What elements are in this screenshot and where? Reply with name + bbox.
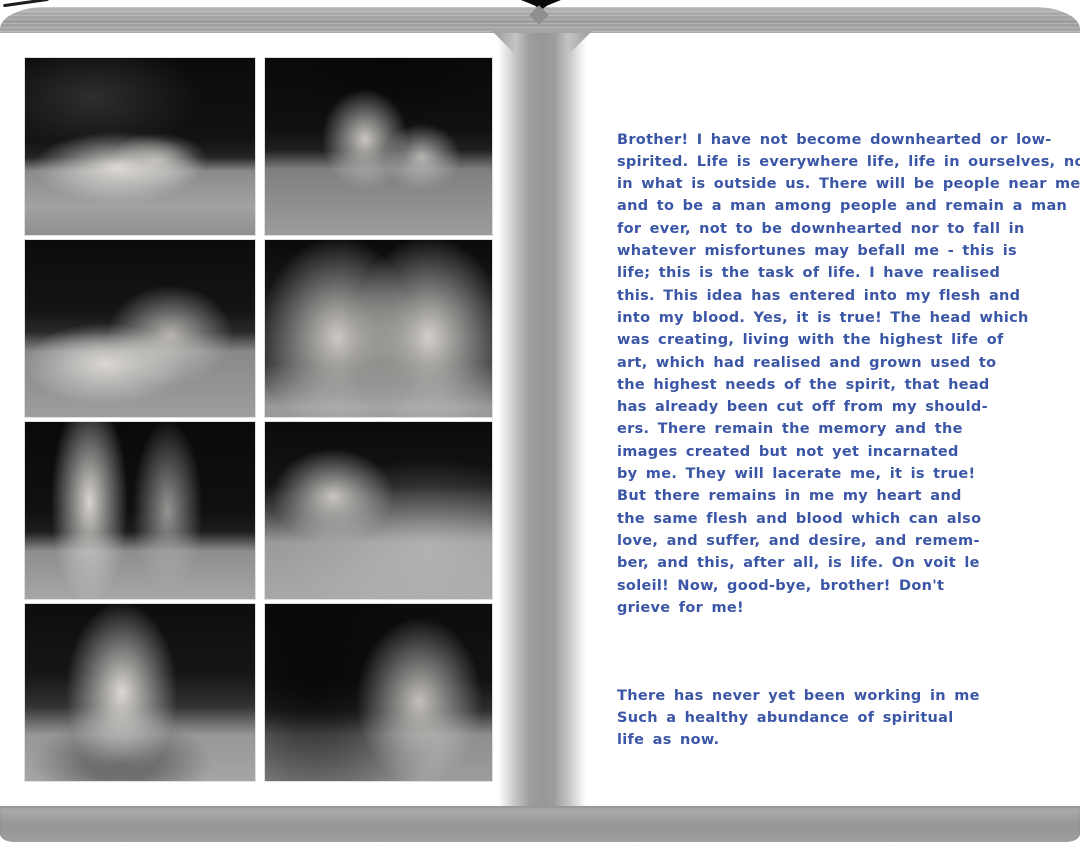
photo-feet-crossed bbox=[25, 58, 255, 235]
photo-feet-standing bbox=[265, 58, 492, 235]
letter-paragraph: There has never yet been working in me S… bbox=[617, 685, 1062, 752]
photo-foot-tiptoe bbox=[265, 422, 492, 599]
photo-foot-rollover bbox=[265, 604, 492, 781]
letter-paragraph: Brother! I have not become downhearted o… bbox=[617, 129, 1062, 620]
right-page: Brother! I have not become downhearted o… bbox=[586, 33, 1080, 806]
photo-feet-side-view bbox=[25, 240, 255, 417]
page-gutter bbox=[498, 33, 586, 806]
photo-feet-closeup bbox=[265, 240, 492, 417]
photo-foot-releve-back bbox=[25, 604, 255, 781]
photo-grid bbox=[25, 58, 492, 781]
left-page bbox=[0, 33, 498, 806]
handwritten-letter: Brother! I have not become downhearted o… bbox=[617, 84, 1062, 796]
book-bottom-edge bbox=[0, 806, 1080, 842]
photo-feet-demi-pointe bbox=[25, 422, 255, 599]
open-book-spread: Brother! I have not become downhearted o… bbox=[0, 0, 1080, 842]
